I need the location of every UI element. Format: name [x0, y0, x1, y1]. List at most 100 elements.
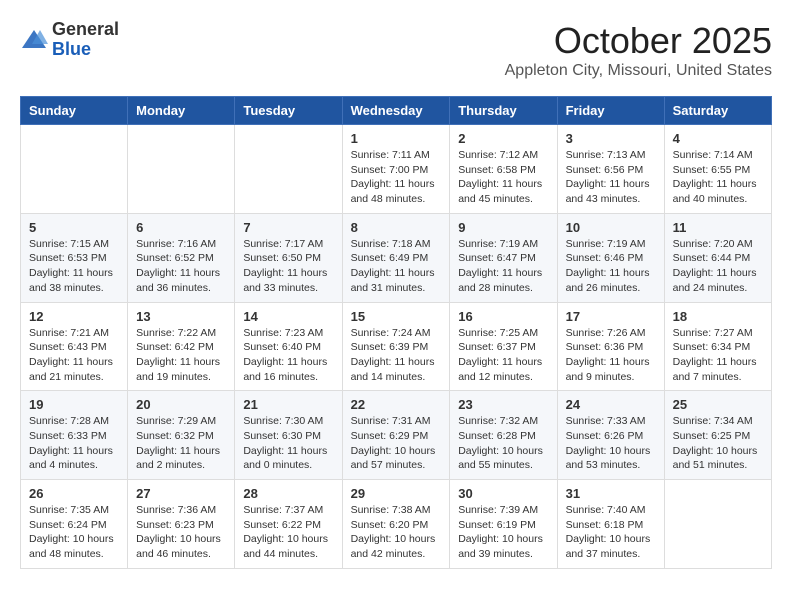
calendar-day-cell: [664, 480, 771, 569]
calendar-day-cell: 7Sunrise: 7:17 AM Sunset: 6:50 PM Daylig…: [235, 213, 342, 302]
day-info: Sunrise: 7:16 AM Sunset: 6:52 PM Dayligh…: [136, 237, 226, 296]
calendar-day-cell: 3 Sunrise: 7:13 AM Sunset: 6:56 PM Daylig…: [557, 125, 664, 214]
weekday-header: Saturday: [664, 97, 771, 125]
day-info: Sunrise: 7:31 AM Sunset: 6:29 PM Dayligh…: [351, 414, 442, 473]
day-info: Sunrise: 7:19 AM Sunset: 6:46 PM Dayligh…: [566, 237, 656, 296]
day-info: Sunrise: 7:20 AM Sunset: 6:44 PM Dayligh…: [673, 237, 763, 296]
calendar-day-cell: [235, 125, 342, 214]
day-info: Sunrise: 7:15 AM Sunset: 6:53 PM Dayligh…: [29, 237, 119, 296]
day-info: Sunrise: 7:36 AM Sunset: 6:23 PM Dayligh…: [136, 503, 226, 562]
weekday-header: Sunday: [21, 97, 128, 125]
day-number: 20: [136, 397, 226, 412]
calendar-week-row: 1 Sunrise: 7:11 AM Sunset: 7:00 PM Daylig…: [21, 125, 772, 214]
calendar-day-cell: 8 Sunrise: 7:18 AM Sunset: 6:49 PM Daylig…: [342, 213, 450, 302]
day-info: Sunrise: 7:26 AM Sunset: 6:36 PM Dayligh…: [566, 326, 656, 385]
calendar-day-cell: 2 Sunrise: 7:12 AM Sunset: 6:58 PM Daylig…: [450, 125, 557, 214]
day-info: Sunrise: 7:32 AM Sunset: 6:28 PM Dayligh…: [458, 414, 548, 473]
day-number: 24: [566, 397, 656, 412]
day-number: 11: [673, 220, 763, 235]
day-info: Sunrise: 7:18 AM Sunset: 6:49 PM Dayligh…: [351, 237, 442, 296]
day-number: 8: [351, 220, 442, 235]
calendar-day-cell: 17 Sunrise: 7:26 AM Sunset: 6:36 PM Dayli…: [557, 302, 664, 391]
day-info: Sunrise: 7:14 AM Sunset: 6:55 PM Dayligh…: [673, 148, 763, 207]
day-info: Sunrise: 7:13 AM Sunset: 6:56 PM Dayligh…: [566, 148, 656, 207]
day-info: Sunrise: 7:37 AM Sunset: 6:22 PM Dayligh…: [243, 503, 333, 562]
weekday-header: Tuesday: [235, 97, 342, 125]
calendar-day-cell: 6Sunrise: 7:16 AM Sunset: 6:52 PM Daylig…: [128, 213, 235, 302]
page-header: General Blue October 2025 Appleton City,…: [20, 20, 772, 80]
logo-blue: Blue: [52, 40, 119, 60]
day-info: Sunrise: 7:40 AM Sunset: 6:18 PM Dayligh…: [566, 503, 656, 562]
calendar-week-row: 26Sunrise: 7:35 AM Sunset: 6:24 PM Dayli…: [21, 480, 772, 569]
calendar-day-cell: 30 Sunrise: 7:39 AM Sunset: 6:19 PM Dayli…: [450, 480, 557, 569]
weekday-header: Wednesday: [342, 97, 450, 125]
calendar-day-cell: 1 Sunrise: 7:11 AM Sunset: 7:00 PM Daylig…: [342, 125, 450, 214]
day-number: 30: [458, 486, 548, 501]
calendar-day-cell: 4 Sunrise: 7:14 AM Sunset: 6:55 PM Daylig…: [664, 125, 771, 214]
day-number: 16: [458, 309, 548, 324]
day-number: 15: [351, 309, 442, 324]
day-info: Sunrise: 7:30 AM Sunset: 6:30 PM Dayligh…: [243, 414, 333, 473]
calendar-header-row: SundayMondayTuesdayWednesdayThursdayFrid…: [21, 97, 772, 125]
day-number: 7: [243, 220, 333, 235]
day-info: Sunrise: 7:25 AM Sunset: 6:37 PM Dayligh…: [458, 326, 548, 385]
day-number: 22: [351, 397, 442, 412]
day-number: 23: [458, 397, 548, 412]
weekday-header: Friday: [557, 97, 664, 125]
calendar-day-cell: 22 Sunrise: 7:31 AM Sunset: 6:29 PM Dayli…: [342, 391, 450, 480]
day-number: 18: [673, 309, 763, 324]
day-number: 31: [566, 486, 656, 501]
day-info: Sunrise: 7:11 AM Sunset: 7:00 PM Dayligh…: [351, 148, 442, 207]
calendar-day-cell: 27 Sunrise: 7:36 AM Sunset: 6:23 PM Dayli…: [128, 480, 235, 569]
day-number: 27: [136, 486, 226, 501]
day-number: 3: [566, 131, 656, 146]
calendar-day-cell: 24 Sunrise: 7:33 AM Sunset: 6:26 PM Dayli…: [557, 391, 664, 480]
logo-icon: [20, 26, 48, 54]
calendar-day-cell: 14Sunrise: 7:23 AM Sunset: 6:40 PM Dayli…: [235, 302, 342, 391]
day-info: Sunrise: 7:19 AM Sunset: 6:47 PM Dayligh…: [458, 237, 548, 296]
location-title: Appleton City, Missouri, United States: [505, 62, 772, 80]
day-info: Sunrise: 7:12 AM Sunset: 6:58 PM Dayligh…: [458, 148, 548, 207]
day-info: Sunrise: 7:39 AM Sunset: 6:19 PM Dayligh…: [458, 503, 548, 562]
day-number: 17: [566, 309, 656, 324]
weekday-header: Monday: [128, 97, 235, 125]
calendar-day-cell: 11 Sunrise: 7:20 AM Sunset: 6:44 PM Dayli…: [664, 213, 771, 302]
calendar-day-cell: 21Sunrise: 7:30 AM Sunset: 6:30 PM Dayli…: [235, 391, 342, 480]
day-number: 13: [136, 309, 226, 324]
day-number: 5: [29, 220, 119, 235]
calendar-day-cell: 10 Sunrise: 7:19 AM Sunset: 6:46 PM Dayli…: [557, 213, 664, 302]
day-number: 14: [243, 309, 333, 324]
calendar-day-cell: 25 Sunrise: 7:34 AM Sunset: 6:25 PM Dayli…: [664, 391, 771, 480]
calendar-day-cell: 9 Sunrise: 7:19 AM Sunset: 6:47 PM Daylig…: [450, 213, 557, 302]
calendar-day-cell: 15 Sunrise: 7:24 AM Sunset: 6:39 PM Dayli…: [342, 302, 450, 391]
day-number: 1: [351, 131, 442, 146]
day-info: Sunrise: 7:33 AM Sunset: 6:26 PM Dayligh…: [566, 414, 656, 473]
calendar-day-cell: 18 Sunrise: 7:27 AM Sunset: 6:34 PM Dayli…: [664, 302, 771, 391]
day-info: Sunrise: 7:28 AM Sunset: 6:33 PM Dayligh…: [29, 414, 119, 473]
logo-general: General: [52, 20, 119, 40]
calendar-day-cell: 20Sunrise: 7:29 AM Sunset: 6:32 PM Dayli…: [128, 391, 235, 480]
calendar-day-cell: [21, 125, 128, 214]
day-number: 12: [29, 309, 119, 324]
day-number: 9: [458, 220, 548, 235]
logo: General Blue: [20, 20, 119, 60]
day-number: 28: [243, 486, 333, 501]
calendar-day-cell: [128, 125, 235, 214]
day-info: Sunrise: 7:27 AM Sunset: 6:34 PM Dayligh…: [673, 326, 763, 385]
day-info: Sunrise: 7:38 AM Sunset: 6:20 PM Dayligh…: [351, 503, 442, 562]
logo-text: General Blue: [52, 20, 119, 60]
day-info: Sunrise: 7:35 AM Sunset: 6:24 PM Dayligh…: [29, 503, 119, 562]
day-number: 2: [458, 131, 548, 146]
day-number: 10: [566, 220, 656, 235]
day-number: 25: [673, 397, 763, 412]
day-info: Sunrise: 7:21 AM Sunset: 6:43 PM Dayligh…: [29, 326, 119, 385]
day-info: Sunrise: 7:34 AM Sunset: 6:25 PM Dayligh…: [673, 414, 763, 473]
day-number: 29: [351, 486, 442, 501]
calendar-day-cell: 13Sunrise: 7:22 AM Sunset: 6:42 PM Dayli…: [128, 302, 235, 391]
day-number: 4: [673, 131, 763, 146]
day-info: Sunrise: 7:24 AM Sunset: 6:39 PM Dayligh…: [351, 326, 442, 385]
calendar-week-row: 19 Sunrise: 7:28 AM Sunset: 6:33 PM Dayli…: [21, 391, 772, 480]
day-number: 19: [29, 397, 119, 412]
month-title: October 2025: [505, 20, 772, 62]
calendar-day-cell: 12 Sunrise: 7:21 AM Sunset: 6:43 PM Dayli…: [21, 302, 128, 391]
